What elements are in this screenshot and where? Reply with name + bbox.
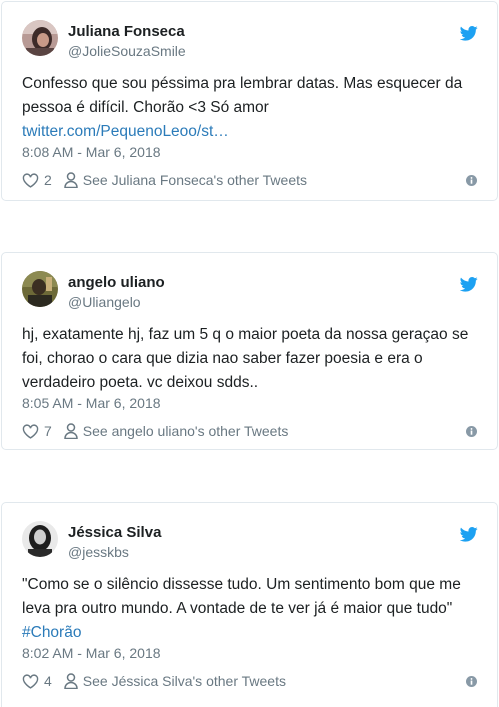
tweet-actions: 4 See Jéssica Silva's other Tweets [22, 673, 286, 689]
avatar[interactable] [22, 521, 58, 557]
avatar[interactable] [22, 271, 58, 307]
tweet-link[interactable]: twitter.com/PequenoLeoo/st… [22, 123, 229, 140]
see-other-tweets-link[interactable]: See Jéssica Silva's other Tweets [83, 673, 286, 689]
tweet-body: "Como se o silêncio dissesse tudo. Um se… [22, 576, 461, 617]
like-count[interactable]: 4 [44, 673, 52, 689]
author-handle[interactable]: @jesskbs [68, 544, 129, 560]
person-icon [64, 423, 78, 439]
hashtag-link[interactable]: #Chorão [22, 624, 81, 641]
author-name[interactable]: Juliana Fonseca [68, 23, 185, 40]
twitter-bird-icon[interactable] [460, 26, 478, 41]
twitter-bird-icon[interactable] [460, 277, 478, 292]
see-other-tweets-link[interactable]: See Juliana Fonseca's other Tweets [83, 172, 307, 188]
tweet-text: "Como se o silêncio dissesse tudo. Um se… [22, 573, 482, 645]
person-icon [64, 172, 78, 188]
tweet-body: Confesso que sou péssima pra lembrar dat… [22, 75, 463, 116]
author-name[interactable]: angelo uliano [68, 274, 165, 291]
tweet-timestamp[interactable]: 8:05 AM - Mar 6, 2018 [22, 395, 161, 411]
like-count[interactable]: 2 [44, 172, 52, 188]
author-handle[interactable]: @Uliangelo [68, 294, 141, 310]
avatar-photo-icon [22, 20, 58, 56]
tweet-actions: 2 See Juliana Fonseca's other Tweets [22, 172, 307, 188]
tweet-text: Confesso que sou péssima pra lembrar dat… [22, 72, 482, 144]
tweet-timestamp[interactable]: 8:08 AM - Mar 6, 2018 [22, 144, 161, 160]
twitter-bird-icon[interactable] [460, 527, 478, 542]
tweet-card[interactable]: angelo uliano @Uliangelo hj, exatamente … [1, 252, 498, 450]
heart-icon[interactable] [22, 673, 39, 689]
tweet-body: hj, exatamente hj, faz um 5 q o maior po… [22, 326, 469, 391]
like-count[interactable]: 7 [44, 423, 52, 439]
tweet-text: hj, exatamente hj, faz um 5 q o maior po… [22, 323, 482, 395]
person-icon [64, 673, 78, 689]
info-icon[interactable] [466, 175, 477, 186]
tweet-timestamp[interactable]: 8:02 AM - Mar 6, 2018 [22, 645, 161, 661]
tweet-card[interactable]: Juliana Fonseca @JolieSouzaSmile Confess… [1, 1, 498, 201]
heart-icon[interactable] [22, 172, 39, 188]
avatar[interactable] [22, 20, 58, 56]
info-icon[interactable] [466, 426, 477, 437]
avatar-photo-icon [22, 521, 58, 557]
see-other-tweets-link[interactable]: See angelo uliano's other Tweets [83, 423, 289, 439]
heart-icon[interactable] [22, 423, 39, 439]
avatar-photo-icon [22, 271, 58, 307]
author-handle[interactable]: @JolieSouzaSmile [68, 43, 186, 59]
author-name[interactable]: Jéssica Silva [68, 524, 161, 541]
info-icon[interactable] [466, 676, 477, 687]
tweet-actions: 7 See angelo uliano's other Tweets [22, 423, 288, 439]
tweet-card[interactable]: Jéssica Silva @jesskbs "Como se o silênc… [1, 502, 498, 707]
